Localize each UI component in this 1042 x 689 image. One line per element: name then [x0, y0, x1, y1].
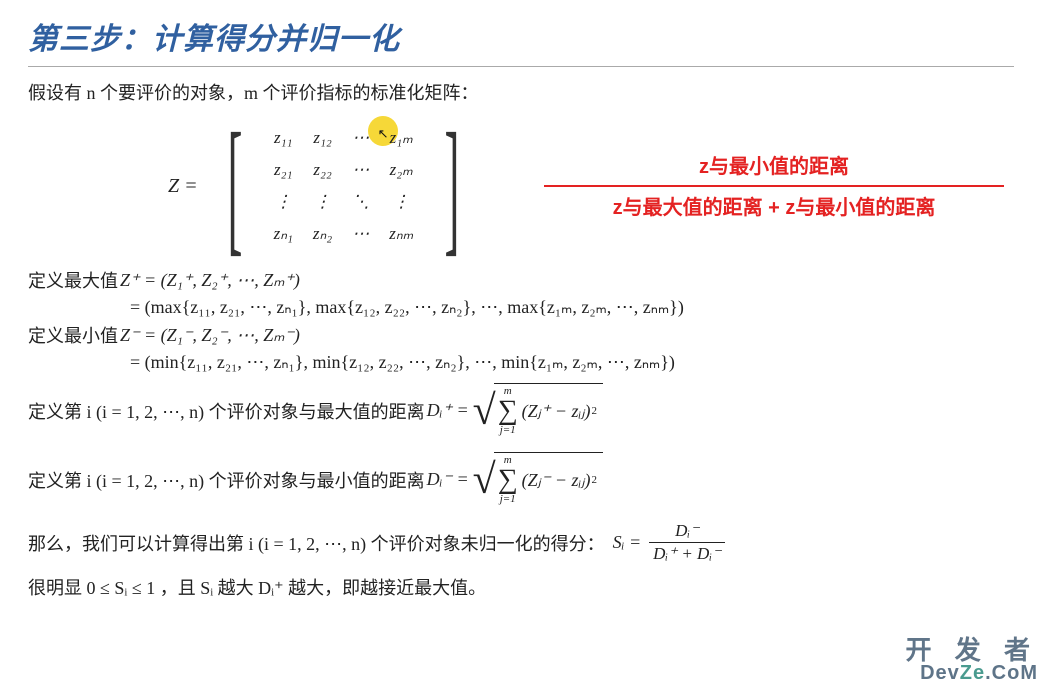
watermark-en-a: Dev	[920, 662, 960, 684]
cursor-icon: ↖︎	[378, 126, 389, 142]
red-formula-numerator: z与最小值的距离	[544, 150, 1004, 183]
dist-minus-text: 定义第 i (i = 1, 2, ⋯, n) 个评价对象与最小值的距离	[28, 467, 425, 493]
document-page: 第三步：计算得分并归一化 假设有 n 个要评价的对象，m 个评价指标的标准化矩阵…	[0, 0, 1042, 689]
def-max-expr2: = (max{z₁₁, z₂₁, ⋯, zₙ₁}, max{z₁₂, z₂₂, …	[130, 297, 684, 318]
left-bracket: [	[227, 111, 242, 261]
dist-minus-sym: Dᵢ⁻ =	[427, 469, 469, 490]
sqrt-body: m ∑ j=1 (Zⱼ⁺ − zᵢⱼ) 2	[494, 383, 603, 438]
matrix-body: ↖︎ z₁₁ z₁₂ ⋯ z₁ₘ z₂₁ z₂₂ ⋯ z₂ₘ ⋮ ⋮ ⋱	[260, 116, 428, 256]
watermark-en: DevZe.CoM	[906, 663, 1038, 683]
def-max-expr1: Z⁺ = (Z₁⁺, Z₂⁺, ⋯, Zₘ⁺)	[120, 270, 300, 291]
frac-num: Dᵢ⁻	[671, 521, 703, 541]
sqrt-block-plus: √ m ∑ j=1 (Zⱼ⁺ − zᵢⱼ) 2	[473, 383, 603, 438]
score-fraction: Dᵢ⁻ Dᵢ⁺ + Dᵢ⁻	[649, 521, 725, 564]
def-max-label: 定义最大值	[28, 267, 118, 293]
red-formula-denominator: z与最大值的距离 + z与最小值的距离	[544, 191, 1004, 220]
watermark: 开 发 者 DevZe.CoM	[906, 637, 1038, 683]
dist-plus-row: 定义第 i (i = 1, 2, ⋯, n) 个评价对象与最大值的距离 Dᵢ⁺ …	[28, 383, 1014, 438]
matrix-cell: ⋮	[264, 186, 303, 218]
sqrt-body: m ∑ j=1 (Zⱼ⁻ − zᵢⱼ) 2	[494, 452, 603, 507]
frac-bar	[649, 542, 725, 543]
matrix-cell: ⋯	[342, 154, 379, 186]
matrix-lhs: Z =	[168, 175, 198, 198]
matrix-cell: zₙ₁	[264, 218, 303, 250]
score-row: 那么，我们可以计算得出第 i (i = 1, 2, ⋯, n) 个评价对象未归一…	[28, 521, 1014, 564]
last-line: 很明显 0 ≤ Sᵢ ≤ 1 ，且 Sᵢ 越大 Dᵢ⁺ 越大，即越接近最大值。	[28, 574, 1014, 600]
matrix-cell: ⋮	[303, 186, 342, 218]
sum-block: m ∑ j=1	[498, 386, 518, 436]
intro-text: 假设有 n 个要评价的对象，m 个评价指标的标准化矩阵：	[28, 79, 1014, 105]
sum-block: m ∑ j=1	[498, 455, 518, 505]
matrix-cell: zₙ₂	[303, 218, 342, 250]
matrix-cell: ⋮	[379, 186, 423, 218]
def-min-row2: = (min{z₁₁, z₂₁, ⋯, zₙ₁}, min{z₁₂, z₂₂, …	[130, 352, 1014, 373]
right-bracket: ]	[445, 111, 460, 261]
def-min-row1: 定义最小值 Z⁻ = (Z₁⁻, Z₂⁻, ⋯, Zₘ⁻)	[28, 322, 1014, 348]
matrix-cell: ⋯	[342, 218, 379, 250]
def-min-label: 定义最小值	[28, 322, 118, 348]
def-min-expr2: = (min{z₁₁, z₂₁, ⋯, zₙ₁}, min{z₁₂, z₂₂, …	[130, 352, 675, 373]
matrix-cell: ⋱	[342, 186, 379, 218]
watermark-cn: 开 发 者	[906, 637, 1038, 663]
matrix-cell: z₂₁	[264, 154, 303, 186]
watermark-en-b: Ze	[960, 662, 985, 684]
score-sym: Sᵢ =	[613, 532, 642, 553]
sum-lower: j=1	[500, 425, 516, 436]
sqrt-sign: √	[473, 395, 496, 427]
sigma-icon: ∑	[498, 397, 518, 425]
inner-plus: (Zⱼ⁺ − zᵢⱼ)	[522, 401, 591, 422]
matrix-cell: z₁₁	[264, 122, 303, 154]
inner-minus: (Zⱼ⁻ − zᵢⱼ)	[522, 470, 591, 491]
def-max-row1: 定义最大值 Z⁺ = (Z₁⁺, Z₂⁺, ⋯, Zₘ⁺)	[28, 267, 1014, 293]
watermark-en-c: .CoM	[985, 662, 1038, 684]
dist-plus-text: 定义第 i (i = 1, 2, ⋯, n) 个评价对象与最大值的距离	[28, 398, 425, 424]
sqrt-block-minus: √ m ∑ j=1 (Zⱼ⁻ − zᵢⱼ) 2	[473, 452, 603, 507]
matrix-cell: ⋯	[342, 122, 379, 154]
matrix-cell: z₂₂	[303, 154, 342, 186]
matrix-cell: zₙₘ	[379, 218, 423, 250]
score-text: 那么，我们可以计算得出第 i (i = 1, 2, ⋯, n) 个评价对象未归一…	[28, 530, 605, 556]
dist-plus-sym: Dᵢ⁺ =	[427, 400, 469, 421]
frac-den: Dᵢ⁺ + Dᵢ⁻	[649, 544, 725, 564]
matrix-cell: z₂ₘ	[379, 154, 423, 186]
sqrt-sign: √	[473, 464, 496, 496]
sum-lower: j=1	[500, 494, 516, 505]
page-title: 第三步：计算得分并归一化	[28, 14, 1014, 58]
def-min-expr1: Z⁻ = (Z₁⁻, Z₂⁻, ⋯, Zₘ⁻)	[120, 325, 300, 346]
title-divider	[28, 66, 1014, 67]
dist-minus-row: 定义第 i (i = 1, 2, ⋯, n) 个评价对象与最小值的距离 Dᵢ⁻ …	[28, 452, 1014, 507]
red-formula: z与最小值的距离 z与最大值的距离 + z与最小值的距离	[544, 150, 1004, 220]
sigma-icon: ∑	[498, 466, 518, 494]
def-max-row2: = (max{z₁₁, z₂₁, ⋯, zₙ₁}, max{z₁₂, z₂₂, …	[130, 297, 1014, 318]
red-formula-bar	[544, 185, 1004, 187]
matrix-cell: z₁₂	[303, 122, 342, 154]
